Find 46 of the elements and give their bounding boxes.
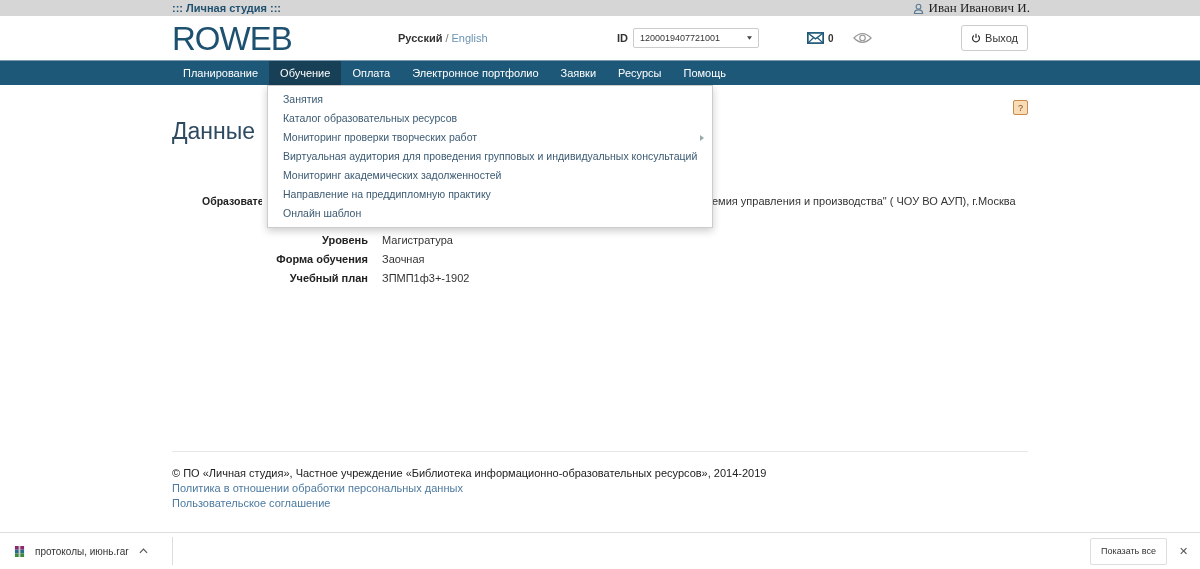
menu-item[interactable]: Онлайн шаблон [268, 204, 712, 223]
logout-button[interactable]: Выход [961, 25, 1028, 51]
submenu-arrow-icon [700, 134, 704, 141]
user-icon [912, 2, 924, 14]
field-label: Форма обучения [275, 252, 368, 265]
nav-tab[interactable]: Ресурсы [607, 61, 673, 85]
logo[interactable]: ROWEB [172, 21, 398, 55]
field-value: емия управления и производства" ( ЧОУ ВО АУП), г.Москва [712, 195, 1016, 207]
id-label: ID [617, 32, 628, 44]
power-icon [971, 33, 982, 43]
menu-item[interactable]: Занятия [268, 90, 712, 109]
help-button[interactable]: ? [1013, 100, 1028, 115]
footer-link[interactable]: Пользовательское соглашение [172, 496, 1028, 511]
menu-item[interactable]: Виртуальная аудитория для проведения групповых и индивидуальных консультаций [268, 147, 712, 166]
footer-link[interactable]: Политика в отношении обработки персональных данных [172, 481, 1028, 496]
caret-icon [747, 36, 752, 40]
close-button[interactable]: ✕ [1179, 544, 1188, 558]
menu-item[interactable]: Мониторинг проверки творческих работ [268, 128, 712, 147]
show-all-button[interactable]: Показать все [1090, 537, 1167, 565]
menu-item[interactable]: Направление на преддипломную практику [268, 185, 712, 204]
nav-tab[interactable]: Обучение [269, 61, 342, 85]
eye-icon[interactable] [853, 32, 872, 44]
id-select[interactable]: 1200019407721001 [633, 28, 759, 48]
mail-icon[interactable] [807, 32, 824, 44]
message-count: 0 [828, 32, 834, 44]
user-name[interactable]: Иван Иванович И. [928, 0, 1030, 16]
language-separator: / [445, 32, 449, 44]
copyright-text: © ПО «Личная студия», Частное учреждение «Библиотека информационно-образовательных ресурсов», 2014-2019 [172, 466, 768, 481]
page-title: Данные [172, 118, 256, 145]
nav-tab[interactable]: Заявки [549, 61, 608, 85]
field-value: Магистратура [382, 233, 453, 246]
nav-tab[interactable]: Электронное портфолио [401, 61, 550, 85]
menu-item[interactable]: Мониторинг академических задолженностей [268, 166, 712, 185]
field-label: Учебный план [288, 271, 368, 284]
site-title: ::: Личная студия ::: [172, 2, 281, 14]
menu-item[interactable]: Каталог образовательных ресурсов [268, 109, 712, 128]
nav-tab[interactable]: Оплата [341, 61, 402, 85]
download-file-name[interactable]: протоколы, июнь.rar [35, 545, 129, 557]
field-label: Уровень [321, 233, 368, 246]
archive-icon [14, 544, 25, 558]
nav-tab[interactable]: Планирование [172, 61, 270, 85]
nav-tab[interactable]: Помощь [672, 61, 737, 85]
chevron-up-icon[interactable] [139, 548, 148, 554]
field-value: Заочная [382, 252, 425, 265]
field-value: ЗПМП1ф3+-1902 [382, 271, 470, 284]
language-current: Русский [398, 32, 443, 44]
